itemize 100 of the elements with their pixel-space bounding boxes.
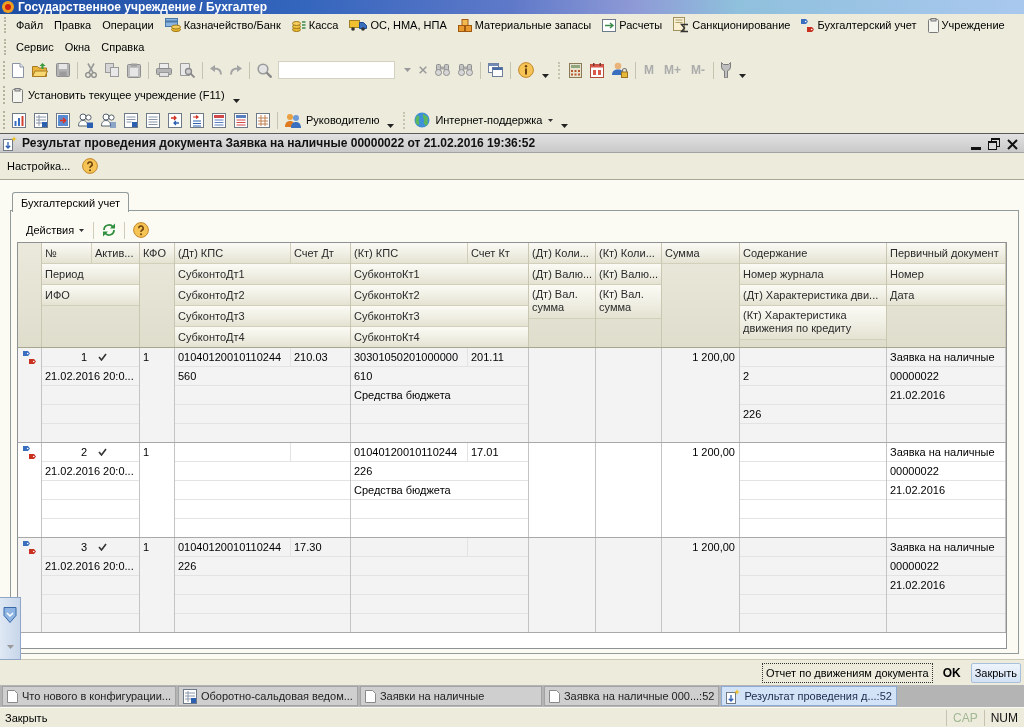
grid-sheet-icon[interactable]: [256, 112, 270, 128]
taskbar-item[interactable]: Заявка на наличные 000...:52: [543, 686, 720, 706]
column-header[interactable]: КФО: [140, 243, 174, 264]
settings-button[interactable]: Настройка...: [3, 160, 75, 172]
clipboard-icon[interactable]: [127, 62, 141, 78]
menu-item[interactable]: Файл: [12, 15, 48, 35]
menu-item[interactable]: Учреждение: [923, 15, 1009, 35]
column-header[interactable]: (Дт) КПС: [175, 243, 290, 264]
column-header[interactable]: Сумма: [662, 243, 739, 264]
save-icon[interactable]: [56, 63, 70, 77]
column-header[interactable]: Первичный документ: [887, 243, 1005, 264]
set-organization-button[interactable]: Установить текущее учреждение (F11): [8, 85, 229, 105]
column-header[interactable]: ИФО: [42, 285, 139, 306]
restore-icon[interactable]: [988, 138, 1000, 150]
column-header[interactable]: СубконтоДт3: [175, 306, 350, 327]
print-preview-icon[interactable]: [180, 62, 195, 78]
calculator-icon[interactable]: [569, 62, 582, 78]
column-header[interactable]: Счет Кт: [467, 243, 528, 264]
column-header[interactable]: (Кт) Вал. сумма: [596, 285, 661, 319]
column-header[interactable]: Актив...: [91, 243, 139, 264]
caret-icon[interactable]: [387, 124, 395, 128]
ledger-icon[interactable]: [234, 112, 248, 128]
arrows-sheet-icon[interactable]: [168, 112, 182, 128]
column-header[interactable]: СубконтоКт4: [351, 327, 528, 347]
menu-item[interactable]: Казначейство/Банк: [160, 15, 285, 35]
binoculars-icon[interactable]: [435, 64, 450, 76]
menu-item[interactable]: ОС, НМА, НПА: [345, 15, 451, 35]
caret-icon[interactable]: [542, 74, 549, 78]
scissors-icon[interactable]: [85, 62, 97, 78]
column-header[interactable]: Номер журнала: [740, 264, 886, 285]
column-header[interactable]: СубконтоДт2: [175, 285, 350, 306]
search-icon[interactable]: [257, 62, 272, 78]
printer-icon[interactable]: [156, 63, 172, 77]
table-icon[interactable]: [34, 112, 48, 128]
list-icon[interactable]: [146, 112, 160, 128]
close-button[interactable]: Закрыть: [970, 662, 1021, 683]
chevron-down-icon[interactable]: [3, 607, 17, 623]
taskbar-item[interactable]: Заявки на наличные: [359, 686, 542, 706]
manager-button[interactable]: Руководителю: [281, 110, 384, 130]
column-header[interactable]: (Кт) Характеристика движения по кредиту: [740, 306, 886, 340]
chart-sheet-icon[interactable]: [12, 112, 26, 128]
menu-item[interactable]: Расчеты: [598, 15, 667, 35]
menu-item[interactable]: Сервис: [12, 37, 58, 57]
taskbar-item[interactable]: Результат проведения д...:52: [721, 686, 897, 706]
people-icon[interactable]: [78, 112, 93, 128]
actions-button[interactable]: Действия: [22, 224, 89, 236]
column-header[interactable]: (Дт) Вал. сумма: [529, 285, 595, 319]
column-header[interactable]: СубконтоДт4: [175, 327, 350, 347]
menu-item[interactable]: Окна: [60, 37, 95, 57]
column-header[interactable]: Дата: [887, 285, 1005, 306]
column-header[interactable]: (Дт) Валю...: [529, 264, 595, 285]
menu-item[interactable]: Санкционирование: [669, 15, 795, 35]
column-header[interactable]: Номер: [887, 264, 1005, 285]
arrows-list-icon[interactable]: [190, 112, 204, 128]
column-header[interactable]: (Дт) Характеристика дви...: [740, 285, 886, 306]
wrench-icon[interactable]: [721, 62, 731, 78]
column-header[interactable]: СубконтоКт2: [351, 285, 528, 306]
menu-item[interactable]: Справка: [97, 37, 149, 57]
column-header[interactable]: (Кт) Валю...: [596, 264, 661, 285]
menu-item[interactable]: Касса: [287, 15, 343, 35]
user-lock-icon[interactable]: [612, 62, 628, 78]
column-header[interactable]: (Кт) КПС: [351, 243, 467, 264]
column-header[interactable]: Период: [42, 264, 139, 285]
table-row[interactable]: 2 21.02.2016 20:0... 1 01040120010110244 17.01 226 Средства бюджета 1 200,00 Заявка на наличные 00000022 21.02.2016: [18, 443, 1006, 538]
tab[interactable]: Бухгалтерский учет: [12, 192, 130, 212]
side-panel[interactable]: [0, 597, 21, 660]
binoculars-icon[interactable]: [458, 64, 473, 76]
internet-support-button[interactable]: Интернет-поддержка: [410, 110, 557, 130]
menu-item[interactable]: Материальные запасы: [453, 15, 596, 35]
table-row[interactable]: 3 21.02.2016 20:0... 1 01040120010110244 17.30 226 1 200,00 Заявка на наличные 00000022 21.02.2016: [18, 538, 1006, 633]
column-header[interactable]: СубконтоДт1: [175, 264, 350, 285]
copy-icon[interactable]: [105, 63, 119, 77]
menu-item[interactable]: Операции: [98, 15, 158, 35]
taskbar-item[interactable]: Что нового в конфигурации...: [2, 686, 176, 706]
column-header[interactable]: СубконтоКт1: [351, 264, 528, 285]
column-header[interactable]: Содержание: [740, 243, 886, 264]
calendar-icon[interactable]: [590, 62, 604, 78]
column-header[interactable]: (Кт) Коли...: [596, 243, 661, 264]
report-button[interactable]: Отчет по движениям документа: [762, 662, 933, 683]
column-header[interactable]: Счет Дт: [290, 243, 350, 264]
new-document-icon[interactable]: [12, 62, 24, 78]
refresh-icon[interactable]: [102, 223, 117, 237]
folder-icon[interactable]: [32, 63, 48, 77]
close-icon[interactable]: [1007, 139, 1018, 150]
clear-icon[interactable]: [419, 66, 427, 74]
menu-item[interactable]: Правка: [50, 15, 96, 35]
arrow-sheet-icon[interactable]: [56, 112, 70, 128]
windows-icon[interactable]: [488, 63, 503, 77]
menu-item[interactable]: Бухгалтерский учет: [797, 15, 921, 35]
sheet-icon[interactable]: [124, 112, 138, 128]
column-header[interactable]: СубконтоКт3: [351, 306, 528, 327]
caret-icon[interactable]: [232, 99, 240, 103]
column-header[interactable]: (Дт) Коли...: [529, 243, 595, 264]
caret-icon[interactable]: [739, 74, 746, 78]
help-icon[interactable]: [82, 158, 99, 174]
column-header[interactable]: №: [42, 243, 91, 264]
help-icon[interactable]: [133, 222, 150, 238]
table-row[interactable]: 1 21.02.2016 20:0... 1 01040120010110244 210.03 560 30301050201000000 201.11 610 Средства бюджета 1 200,00 2 226 Заявка на наличные 00000022 21.02.2016: [18, 348, 1006, 443]
people-list-icon[interactable]: [101, 112, 116, 128]
ok-button[interactable]: OK: [936, 662, 967, 683]
